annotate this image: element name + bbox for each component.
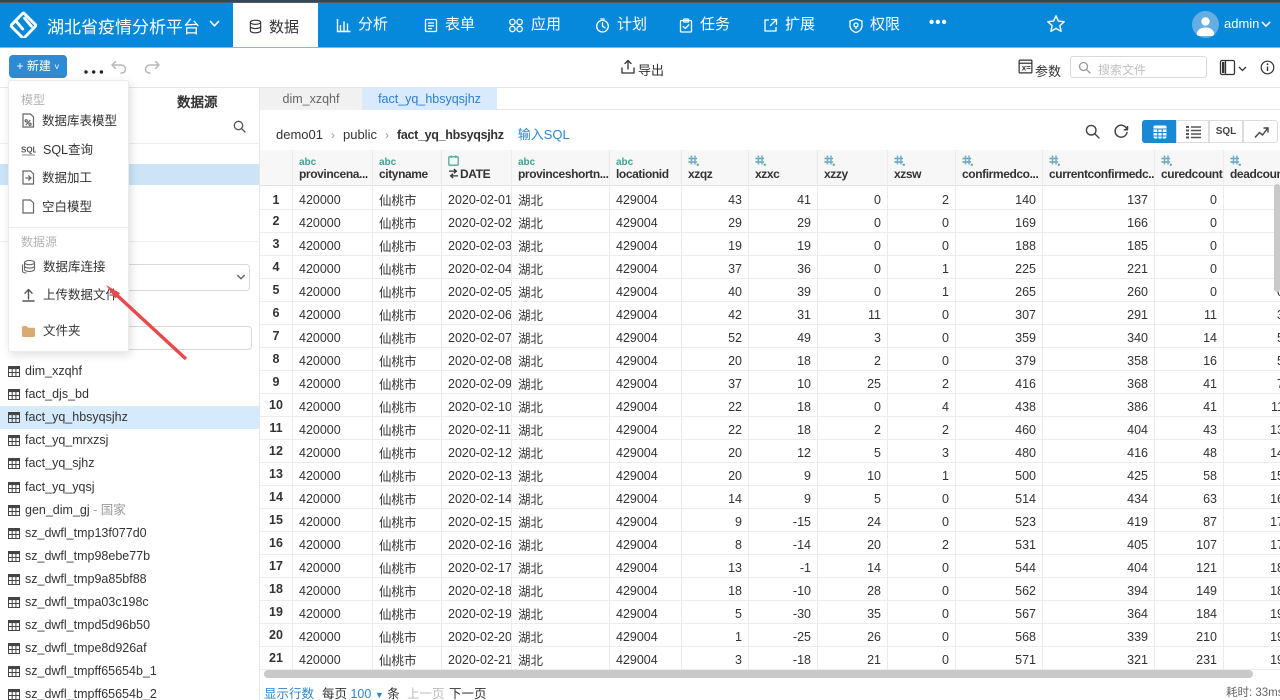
svg-text:SQL: SQL <box>21 146 36 155</box>
svg-text:x=: x= <box>1022 64 1031 73</box>
